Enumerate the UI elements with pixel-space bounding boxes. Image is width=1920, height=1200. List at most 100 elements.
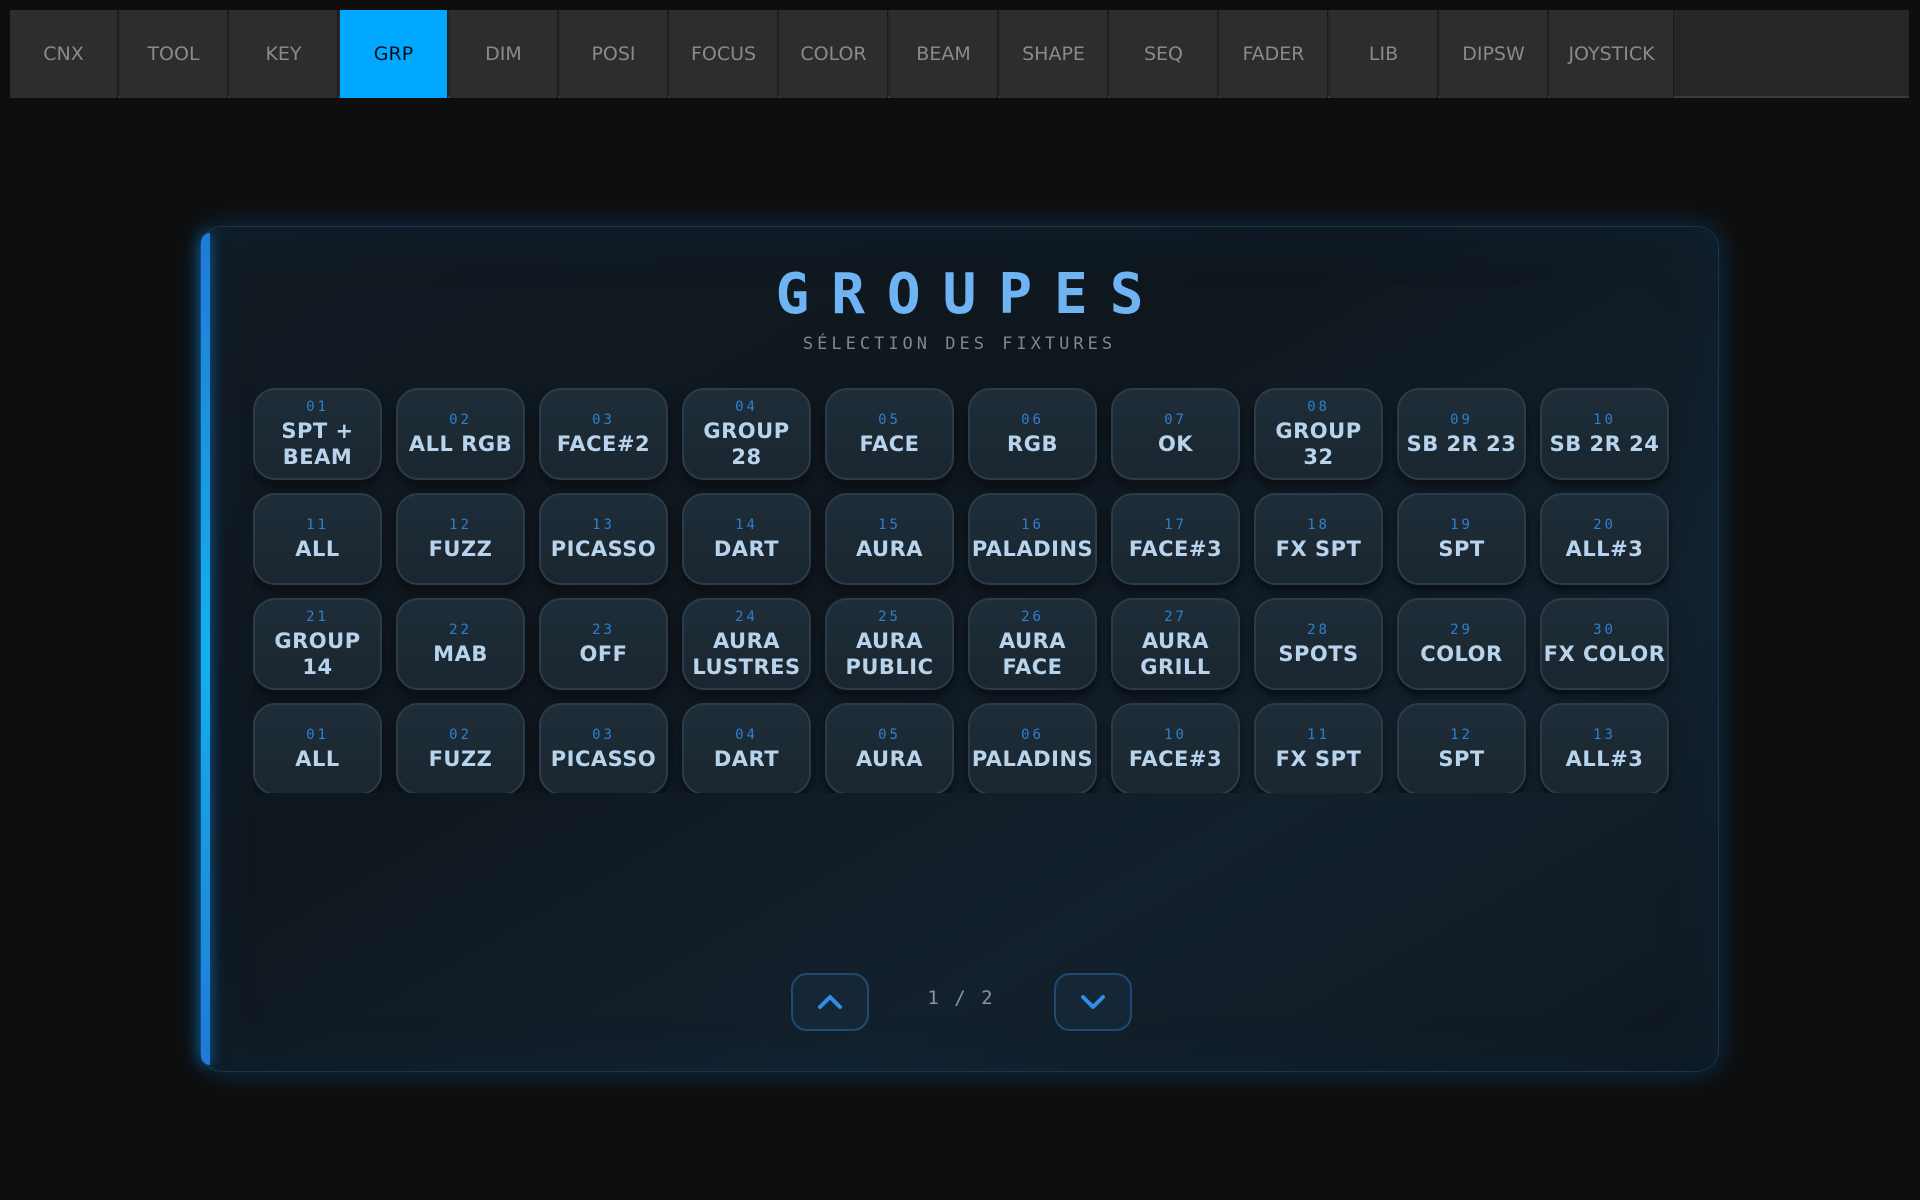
group-button[interactable]: 26 AURA FACE [968,598,1097,690]
group-grid: 01 SPT + BEAM 02 ALL RGB 03 FACE#2 04 GROUP 28 0… [253,388,1673,793]
group-button[interactable]: 11 ALL [253,493,382,585]
group-button[interactable]: 14 DART [682,493,811,585]
tab-cnx[interactable]: CNX [10,10,118,98]
group-label: SB 2R 23 [1406,431,1517,456]
group-number: 09 [1450,411,1473,428]
page-up-button[interactable] [791,973,869,1031]
group-button[interactable]: 25 AURA PUBLIC [825,598,954,690]
group-number: 21 [306,608,329,625]
group-button[interactable]: 19 SPT [1397,493,1526,585]
group-button[interactable]: 28 SPOTS [1254,598,1383,690]
group-label: PALADINS [971,536,1094,561]
group-button[interactable]: 07 OK [1111,388,1240,480]
group-button[interactable]: 03 FACE#2 [539,388,668,480]
group-label: AURA GRILL [1140,628,1211,679]
group-label: FACE#2 [556,431,651,456]
group-number: 03 [592,411,615,428]
group-label: GROUP 32 [1275,418,1362,469]
chevron-down-icon [1081,995,1105,1009]
tab-dipsw[interactable]: DIPSW [1440,10,1548,98]
group-button[interactable]: 10 SB 2R 24 [1540,388,1669,480]
tab-seq[interactable]: SEQ [1110,10,1218,98]
group-number: 24 [735,608,758,625]
page-indicator: 1 / 2 [927,987,995,1009]
group-button[interactable]: 18 FX SPT [1254,493,1383,585]
group-label: FUZZ [428,536,493,561]
group-number: 07 [1164,411,1187,428]
group-number: 02 [449,726,472,743]
group-button[interactable]: 29 COLOR [1397,598,1526,690]
group-label: GROUP 14 [274,628,361,679]
group-button[interactable]: 10 FACE#3 [1111,703,1240,793]
group-label: AURA FACE [998,628,1067,679]
group-label: FX COLOR [1543,641,1666,666]
group-label: FACE [859,431,920,456]
page-down-button[interactable] [1054,973,1132,1031]
group-label: DART [713,746,780,771]
tab-joystick[interactable]: JOYSTICK [1550,10,1674,98]
group-button[interactable]: 05 AURA [825,703,954,793]
tab-focus[interactable]: FOCUS [670,10,778,98]
group-number: 03 [592,726,615,743]
group-number: 19 [1450,516,1473,533]
group-button[interactable]: 12 FUZZ [396,493,525,585]
group-number: 02 [449,411,472,428]
tab-shape[interactable]: SHAPE [1000,10,1108,98]
group-button[interactable]: 20 ALL#3 [1540,493,1669,585]
group-label: FX SPT [1275,746,1362,771]
group-button[interactable]: 15 AURA [825,493,954,585]
group-number: 14 [735,516,758,533]
group-grid-viewport[interactable]: 01 SPT + BEAM 02 ALL RGB 03 FACE#2 04 GROUP 28 0… [253,388,1673,793]
group-button[interactable]: 05 FACE [825,388,954,480]
group-number: 11 [1307,726,1330,743]
group-label: PALADINS [971,746,1094,771]
tab-fader[interactable]: FADER [1220,10,1328,98]
group-button[interactable]: 16 PALADINS [968,493,1097,585]
group-button[interactable]: 13 ALL#3 [1540,703,1669,793]
tab-color[interactable]: COLOR [780,10,888,98]
group-button[interactable]: 08 GROUP 32 [1254,388,1383,480]
tab-grp[interactable]: GRP [340,10,448,98]
tab-beam[interactable]: BEAM [890,10,998,98]
group-button[interactable]: 17 FACE#3 [1111,493,1240,585]
group-number: 10 [1164,726,1187,743]
group-number: 08 [1307,398,1330,415]
tab-key[interactable]: KEY [230,10,338,98]
tab-dim[interactable]: DIM [450,10,558,98]
group-number: 30 [1593,621,1616,638]
group-number: 26 [1021,608,1044,625]
group-button[interactable]: 11 FX SPT [1254,703,1383,793]
group-button[interactable]: 24 AURA LUSTRES [682,598,811,690]
group-button[interactable]: 12 SPT [1397,703,1526,793]
group-button[interactable]: 01 SPT + BEAM [253,388,382,480]
group-button[interactable]: 02 FUZZ [396,703,525,793]
group-number: 05 [878,726,901,743]
group-label: AURA LUSTRES [692,628,801,679]
tab-bar: CNX TOOL KEY GRP DIM POSI FOCUS COLOR BEAM SHAPE S… [10,10,1909,98]
group-button[interactable]: 03 PICASSO [539,703,668,793]
group-button[interactable]: 04 GROUP 28 [682,388,811,480]
tab-tool[interactable]: TOOL [120,10,228,98]
group-label: PICASSO [550,746,657,771]
group-label: AURA [855,536,924,561]
group-button[interactable]: 23 OFF [539,598,668,690]
group-number: 04 [735,398,758,415]
group-button[interactable]: 04 DART [682,703,811,793]
group-button[interactable]: 27 AURA GRILL [1111,598,1240,690]
group-button[interactable]: 22 MAB [396,598,525,690]
group-button[interactable]: 06 RGB [968,388,1097,480]
group-button[interactable]: 13 PICASSO [539,493,668,585]
group-label: COLOR [1420,641,1503,666]
group-number: 05 [878,411,901,428]
tab-lib[interactable]: LIB [1330,10,1438,98]
group-button[interactable]: 02 ALL RGB [396,388,525,480]
group-label: SPT + BEAM [281,418,354,469]
group-button[interactable]: 01 ALL [253,703,382,793]
group-button[interactable]: 09 SB 2R 23 [1397,388,1526,480]
group-button[interactable]: 30 FX COLOR [1540,598,1669,690]
group-button[interactable]: 06 PALADINS [968,703,1097,793]
group-label: FX SPT [1275,536,1362,561]
group-button[interactable]: 21 GROUP 14 [253,598,382,690]
tab-posi[interactable]: POSI [560,10,668,98]
group-label: SPOTS [1278,641,1359,666]
